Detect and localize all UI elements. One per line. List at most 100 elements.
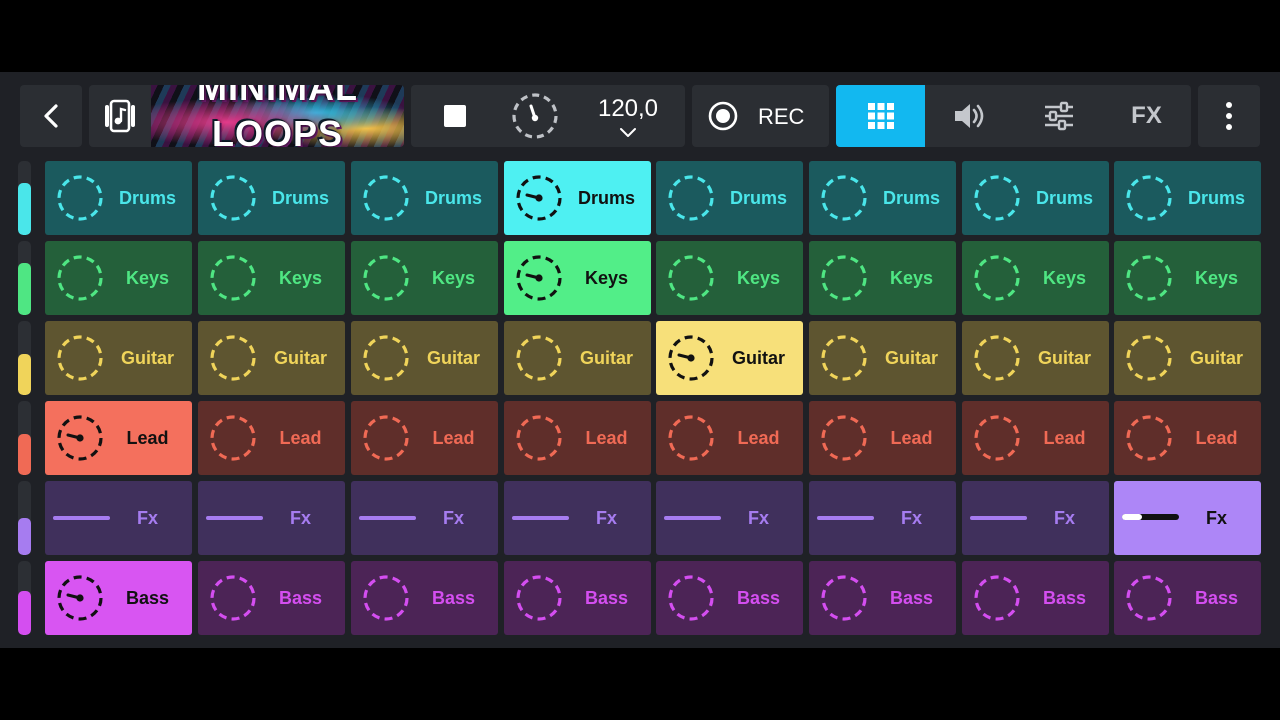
volume-icon [954, 104, 983, 128]
loop-idle-icon [821, 175, 867, 221]
pad-label: Guitar [731, 348, 785, 368]
cover-title-line1: MINIMAL [197, 85, 358, 108]
pad-label: Fx [289, 508, 311, 528]
pad-keys[interactable]: Keys [198, 241, 345, 315]
library-music-icon [105, 99, 135, 133]
record-button[interactable]: REC [692, 85, 829, 147]
pad-label: Fx [1205, 508, 1227, 528]
pad-bass[interactable]: Bass [809, 561, 956, 635]
pad-keys[interactable]: Keys [351, 241, 498, 315]
metronome-button[interactable] [499, 85, 571, 147]
pad-lead[interactable]: Lead [809, 401, 956, 475]
pad-drums[interactable]: Drums [809, 161, 956, 235]
pad-bass[interactable]: Bass [1114, 561, 1261, 635]
pad-label: Guitar [1189, 348, 1243, 368]
pad-label: Lead [585, 428, 628, 448]
pad-keys[interactable]: Keys [809, 241, 956, 315]
tab-grid[interactable] [836, 85, 925, 147]
loop-idle-icon [210, 175, 256, 221]
pad-label: Keys [584, 268, 629, 288]
stop-button[interactable] [411, 85, 499, 147]
pad-label: Keys [889, 268, 934, 288]
loop-idle-icon [210, 575, 256, 621]
pad-keys[interactable]: Keys [962, 241, 1109, 315]
pad-fx[interactable]: Fx [656, 481, 803, 555]
pad-bass[interactable]: Bass [656, 561, 803, 635]
row-level-meter[interactable] [18, 481, 31, 555]
loop-idle-icon [1126, 175, 1172, 221]
pad-fx[interactable]: Fx [45, 481, 192, 555]
pad-drums[interactable]: Drums [45, 161, 192, 235]
pad-bass[interactable]: Bass [198, 561, 345, 635]
row-level-meter[interactable] [18, 161, 31, 235]
row-level-meter[interactable] [18, 241, 31, 315]
pad-guitar[interactable]: Guitar [656, 321, 803, 395]
row-level-meter[interactable] [18, 561, 31, 635]
pad-fx[interactable]: Fx [504, 481, 651, 555]
loop-idle-icon [210, 255, 256, 301]
loop-idle-icon [668, 255, 714, 301]
pad-bass[interactable]: Bass [962, 561, 1109, 635]
loop-idle-icon [363, 335, 409, 381]
pad-bass[interactable]: Bass [45, 561, 192, 635]
tab-volume[interactable] [925, 85, 1014, 147]
stop-icon [444, 105, 466, 127]
pad-lead[interactable]: Lead [504, 401, 651, 475]
pad-label: Guitar [579, 348, 633, 368]
pad-lead[interactable]: Lead [198, 401, 345, 475]
pad-guitar[interactable]: Guitar [1114, 321, 1261, 395]
back-button[interactable] [20, 85, 82, 147]
pad-drums[interactable]: Drums [351, 161, 498, 235]
pad-label: Fx [900, 508, 922, 528]
pad-lead[interactable]: Lead [1114, 401, 1261, 475]
pad-label: Keys [431, 268, 476, 288]
pad-label: Drums [1035, 188, 1093, 208]
pad-label: Lead [890, 428, 933, 448]
pad-fx[interactable]: Fx [351, 481, 498, 555]
pad-lead[interactable]: Lead [45, 401, 192, 475]
loop-progress-icon [516, 175, 562, 221]
pad-keys[interactable]: Keys [45, 241, 192, 315]
pad-label: Keys [1194, 268, 1239, 288]
pad-drums[interactable]: Drums [198, 161, 345, 235]
pad-label: Lead [1195, 428, 1238, 448]
pad-drums[interactable]: Drums [656, 161, 803, 235]
row-level-meter[interactable] [18, 401, 31, 475]
loop-idle-icon [363, 415, 409, 461]
pad-bass[interactable]: Bass [351, 561, 498, 635]
loop-idle-icon [821, 335, 867, 381]
loop-idle-icon [821, 575, 867, 621]
pad-drums[interactable]: Drums [962, 161, 1109, 235]
pad-fx[interactable]: Fx [962, 481, 1109, 555]
pad-fx[interactable]: Fx [1114, 481, 1261, 555]
record-label: REC [758, 104, 805, 129]
pad-keys[interactable]: Keys [1114, 241, 1261, 315]
pad-keys[interactable]: Keys [504, 241, 651, 315]
row-level-meter[interactable] [18, 321, 31, 395]
pad-label: Fx [442, 508, 464, 528]
pad-lead[interactable]: Lead [656, 401, 803, 475]
pad-drums[interactable]: Drums [1114, 161, 1261, 235]
pad-fx[interactable]: Fx [809, 481, 956, 555]
pad-drums[interactable]: Drums [504, 161, 651, 235]
pad-keys[interactable]: Keys [656, 241, 803, 315]
loop-idle-icon [821, 255, 867, 301]
pad-guitar[interactable]: Guitar [198, 321, 345, 395]
pad-guitar[interactable]: Guitar [504, 321, 651, 395]
library-button[interactable] [89, 85, 151, 147]
tab-fx[interactable]: FX [1102, 85, 1191, 147]
tab-mixer[interactable] [1014, 85, 1103, 147]
more-menu-button[interactable] [1198, 85, 1260, 147]
album-cover[interactable]: MINIMAL LOOPS [151, 85, 404, 147]
pad-lead[interactable]: Lead [351, 401, 498, 475]
pad-guitar[interactable]: Guitar [351, 321, 498, 395]
loop-idle-icon [974, 335, 1020, 381]
pad-guitar[interactable]: Guitar [962, 321, 1109, 395]
pad-bass[interactable]: Bass [504, 561, 651, 635]
pad-guitar[interactable]: Guitar [45, 321, 192, 395]
pad-fx[interactable]: Fx [198, 481, 345, 555]
pad-guitar[interactable]: Guitar [809, 321, 956, 395]
tempo-control[interactable]: 120,0 [571, 85, 685, 147]
pad-lead[interactable]: Lead [962, 401, 1109, 475]
pad-label: Keys [1042, 268, 1087, 288]
